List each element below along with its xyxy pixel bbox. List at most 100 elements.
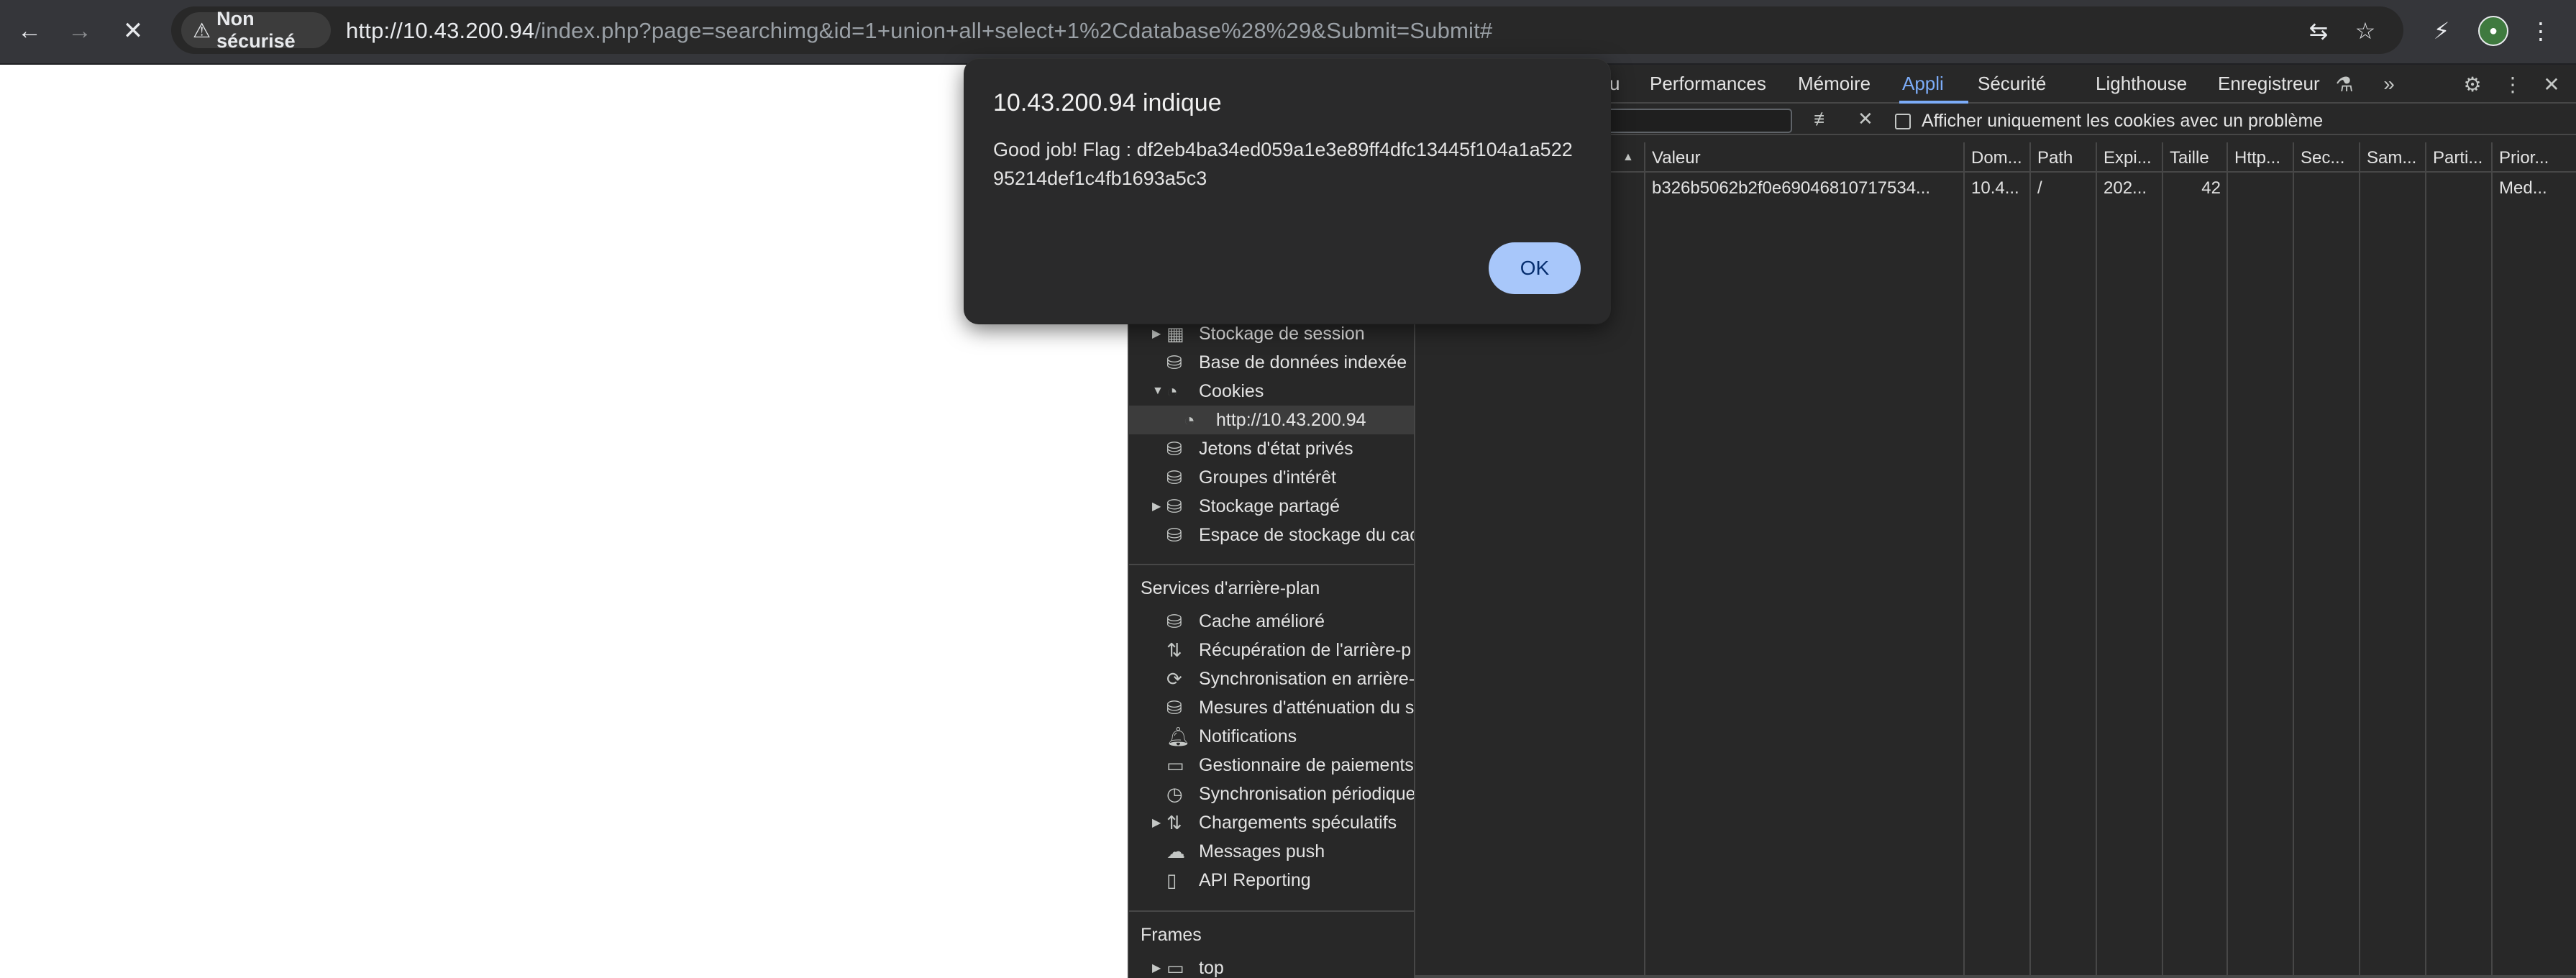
column-divider [2359, 173, 2360, 975]
sidebar-item-label: http://10.43.200.94 [1216, 409, 1366, 430]
fetch-arrows-icon: ⇅ [1166, 811, 1182, 833]
column-divider [1963, 173, 1965, 975]
sidebar-item-label: Mesures d'atténuation du s [1199, 697, 1415, 718]
alert-dialog: 10.43.200.94 indique Good job! Flag : df… [964, 59, 1610, 324]
column-divider [2491, 173, 2493, 975]
sidebar-item-speculative-loads[interactable]: ▶ ⇅ Chargements spéculatifs [1129, 808, 1414, 837]
sidebar-item-cache-storage[interactable]: ⛁ Espace de stockage du cac [1129, 521, 1415, 549]
sidebar-item-private-state-tokens[interactable]: ⛁ Jetons d'état privés [1129, 434, 1414, 463]
tab-partial[interactable]: u [1609, 73, 1620, 95]
expand-arrow-icon[interactable]: ▶ [1152, 499, 1161, 513]
sidebar-item-bfcache[interactable]: ⛁ Cache amélioré [1129, 607, 1414, 636]
arrow-right-icon: → [68, 17, 92, 45]
avatar[interactable]: ● [2478, 16, 2508, 46]
sidebar-item-cookies[interactable]: ▼ ◔ Cookies [1129, 377, 1414, 406]
security-chip[interactable]: ⚠ Non sécurisé [181, 8, 331, 52]
sidebar-item-payment-handler[interactable]: ▭ Gestionnaire de paiements [1129, 751, 1414, 780]
expand-arrow-icon[interactable]: ▶ [1152, 326, 1161, 341]
only-issues-label: Afficher uniquement les cookies avec un … [1922, 111, 2324, 131]
column-header-path[interactable]: Path [2031, 142, 2097, 173]
sidebar-item-cookie-origin[interactable]: ◔ http://10.43.200.94 [1129, 406, 1414, 434]
sidebar-item-label: Synchronisation périodique [1199, 783, 1415, 804]
column-header-expires[interactable]: Expi... [2097, 142, 2163, 173]
delete-selected-icon[interactable]: ✕ [1858, 108, 1873, 130]
column-divider [2226, 173, 2228, 975]
sidebar-item-label: Cookies [1199, 380, 1264, 401]
translate-icon[interactable]: ⇆ [2306, 18, 2331, 44]
close-devtools-icon[interactable]: ✕ [2539, 71, 2564, 97]
extension-icon[interactable]: ⚡ [2426, 16, 2457, 46]
sidebar-item-bounce-tracking[interactable]: ⛁ Mesures d'atténuation du s [1129, 693, 1415, 722]
cell-size: 42 [2201, 178, 2221, 198]
sidebar-item-periodic-sync[interactable]: ◷ Synchronisation périodique [1129, 780, 1415, 808]
more-menu-icon[interactable]: ⋮ [2526, 16, 2556, 46]
column-header-value[interactable]: Valeur [1645, 142, 1965, 173]
sidebar-item-label: top [1199, 957, 1224, 978]
gear-icon[interactable]: ⚙ [2459, 71, 2485, 97]
tab-memoire[interactable]: Mémoire [1798, 73, 1871, 95]
sidebar-item-label: Base de données indexée [1199, 352, 1407, 373]
tab-securite[interactable]: Sécurité [1978, 73, 2046, 95]
sidebar-item-label: Stockage de session [1199, 323, 1365, 344]
clear-all-icon[interactable]: ≢ [1814, 108, 1832, 130]
tab-lighthouse[interactable]: Lighthouse [2096, 73, 2187, 95]
sidebar-item-indexeddb[interactable]: ⛁ Base de données indexée [1129, 348, 1414, 377]
star-icon[interactable]: ☆ [2353, 18, 2378, 44]
url-text[interactable]: http://10.43.200.94/index.php?page=searc… [346, 18, 1492, 44]
sidebar-item-label: Espace de stockage du cac [1199, 524, 1415, 545]
more-tabs-icon[interactable]: » [2376, 71, 2402, 97]
sidebar-item-notifications[interactable]: 🔔︎ Notifications [1129, 722, 1414, 751]
sidebar-item-reporting-api[interactable]: ▯ API Reporting [1129, 866, 1414, 895]
expand-arrow-icon[interactable]: ▶ [1152, 815, 1161, 830]
sidebar-item-push-messages[interactable]: ☁ Messages push [1129, 837, 1414, 866]
sidebar-item-label: Jetons d'état privés [1199, 438, 1353, 459]
back-button[interactable]: ← [13, 14, 46, 47]
flask-icon: ⚗ [2335, 73, 2354, 96]
clock-icon: ◷ [1166, 782, 1183, 805]
url-path: /index.php?page=searchimg&id=1+union+all… [534, 18, 1493, 43]
dialog-message: Good job! Flag : df2eb4ba34ed059a1e3e89f… [993, 139, 1573, 189]
column-divider [1644, 173, 1645, 975]
sidebar-item-background-fetch[interactable]: ⇅ Récupération de l'arrière-p [1129, 636, 1414, 664]
column-header-samesite[interactable]: Sam... [2360, 142, 2426, 173]
bell-icon: 🔔︎ [1166, 725, 1191, 747]
devtools-menu-icon[interactable]: ⋮ [2500, 71, 2526, 97]
column-header-partition[interactable]: Parti... [2426, 142, 2493, 173]
table-icon: ▦ [1166, 322, 1184, 344]
column-header-httponly[interactable]: Http... [2228, 142, 2294, 173]
database-icon: ⛁ [1166, 610, 1182, 632]
expand-arrow-icon[interactable]: ▶ [1152, 961, 1161, 975]
column-header-size[interactable]: Taille [2163, 142, 2228, 173]
column-header-priority[interactable]: Prior... [2493, 142, 2576, 173]
address-bar[interactable]: ⚠ Non sécurisé http://10.43.200.94/index… [171, 6, 2403, 54]
sidebar-item-label: Gestionnaire de paiements [1199, 754, 1414, 775]
cell-priority: Med... [2499, 178, 2547, 198]
fetch-arrows-icon: ⇅ [1166, 639, 1182, 661]
tab-performances[interactable]: Performances [1650, 73, 1766, 95]
warning-icon: ⚠ [193, 19, 211, 42]
sidebar-item-session-storage[interactable]: ▶ ▦ Stockage de session [1129, 319, 1414, 348]
database-icon: ⛁ [1166, 437, 1182, 460]
section-divider [1129, 564, 1414, 565]
only-issues-checkbox[interactable] [1895, 114, 1911, 129]
column-header-domain[interactable]: Dom... [1965, 142, 2031, 173]
column-divider [2029, 173, 2031, 975]
forward-button[interactable]: → [63, 14, 96, 47]
sidebar-item-interest-groups[interactable]: ⛁ Groupes d'intérêt [1129, 463, 1414, 492]
table-bottom-border [1415, 975, 2576, 978]
sort-ascending-icon: ▲ [1622, 151, 1634, 163]
sidebar-item-background-sync[interactable]: ⟳ Synchronisation en arrière- [1129, 664, 1415, 693]
stop-loading-button[interactable]: ✕ [117, 14, 150, 47]
collapse-arrow-icon[interactable]: ▼ [1152, 385, 1164, 398]
cloud-icon: ☁ [1166, 840, 1185, 862]
database-icon: ⛁ [1166, 351, 1182, 373]
sidebar-item-label: Synchronisation en arrière- [1199, 668, 1415, 689]
sidebar-item-label: Groupes d'intérêt [1199, 467, 1336, 488]
sidebar-item-shared-storage[interactable]: ▶ ⛁ Stockage partagé [1129, 492, 1414, 521]
tab-appli[interactable]: Appli [1902, 73, 1944, 95]
sidebar-item-label: Messages push [1199, 841, 1325, 862]
ok-button[interactable]: OK [1489, 242, 1581, 294]
tab-enregistreur[interactable]: Enregistreur [2218, 73, 2320, 95]
column-header-secure[interactable]: Sec... [2294, 142, 2360, 173]
sidebar-item-frame-top[interactable]: ▶ ▭ top [1129, 954, 1414, 978]
